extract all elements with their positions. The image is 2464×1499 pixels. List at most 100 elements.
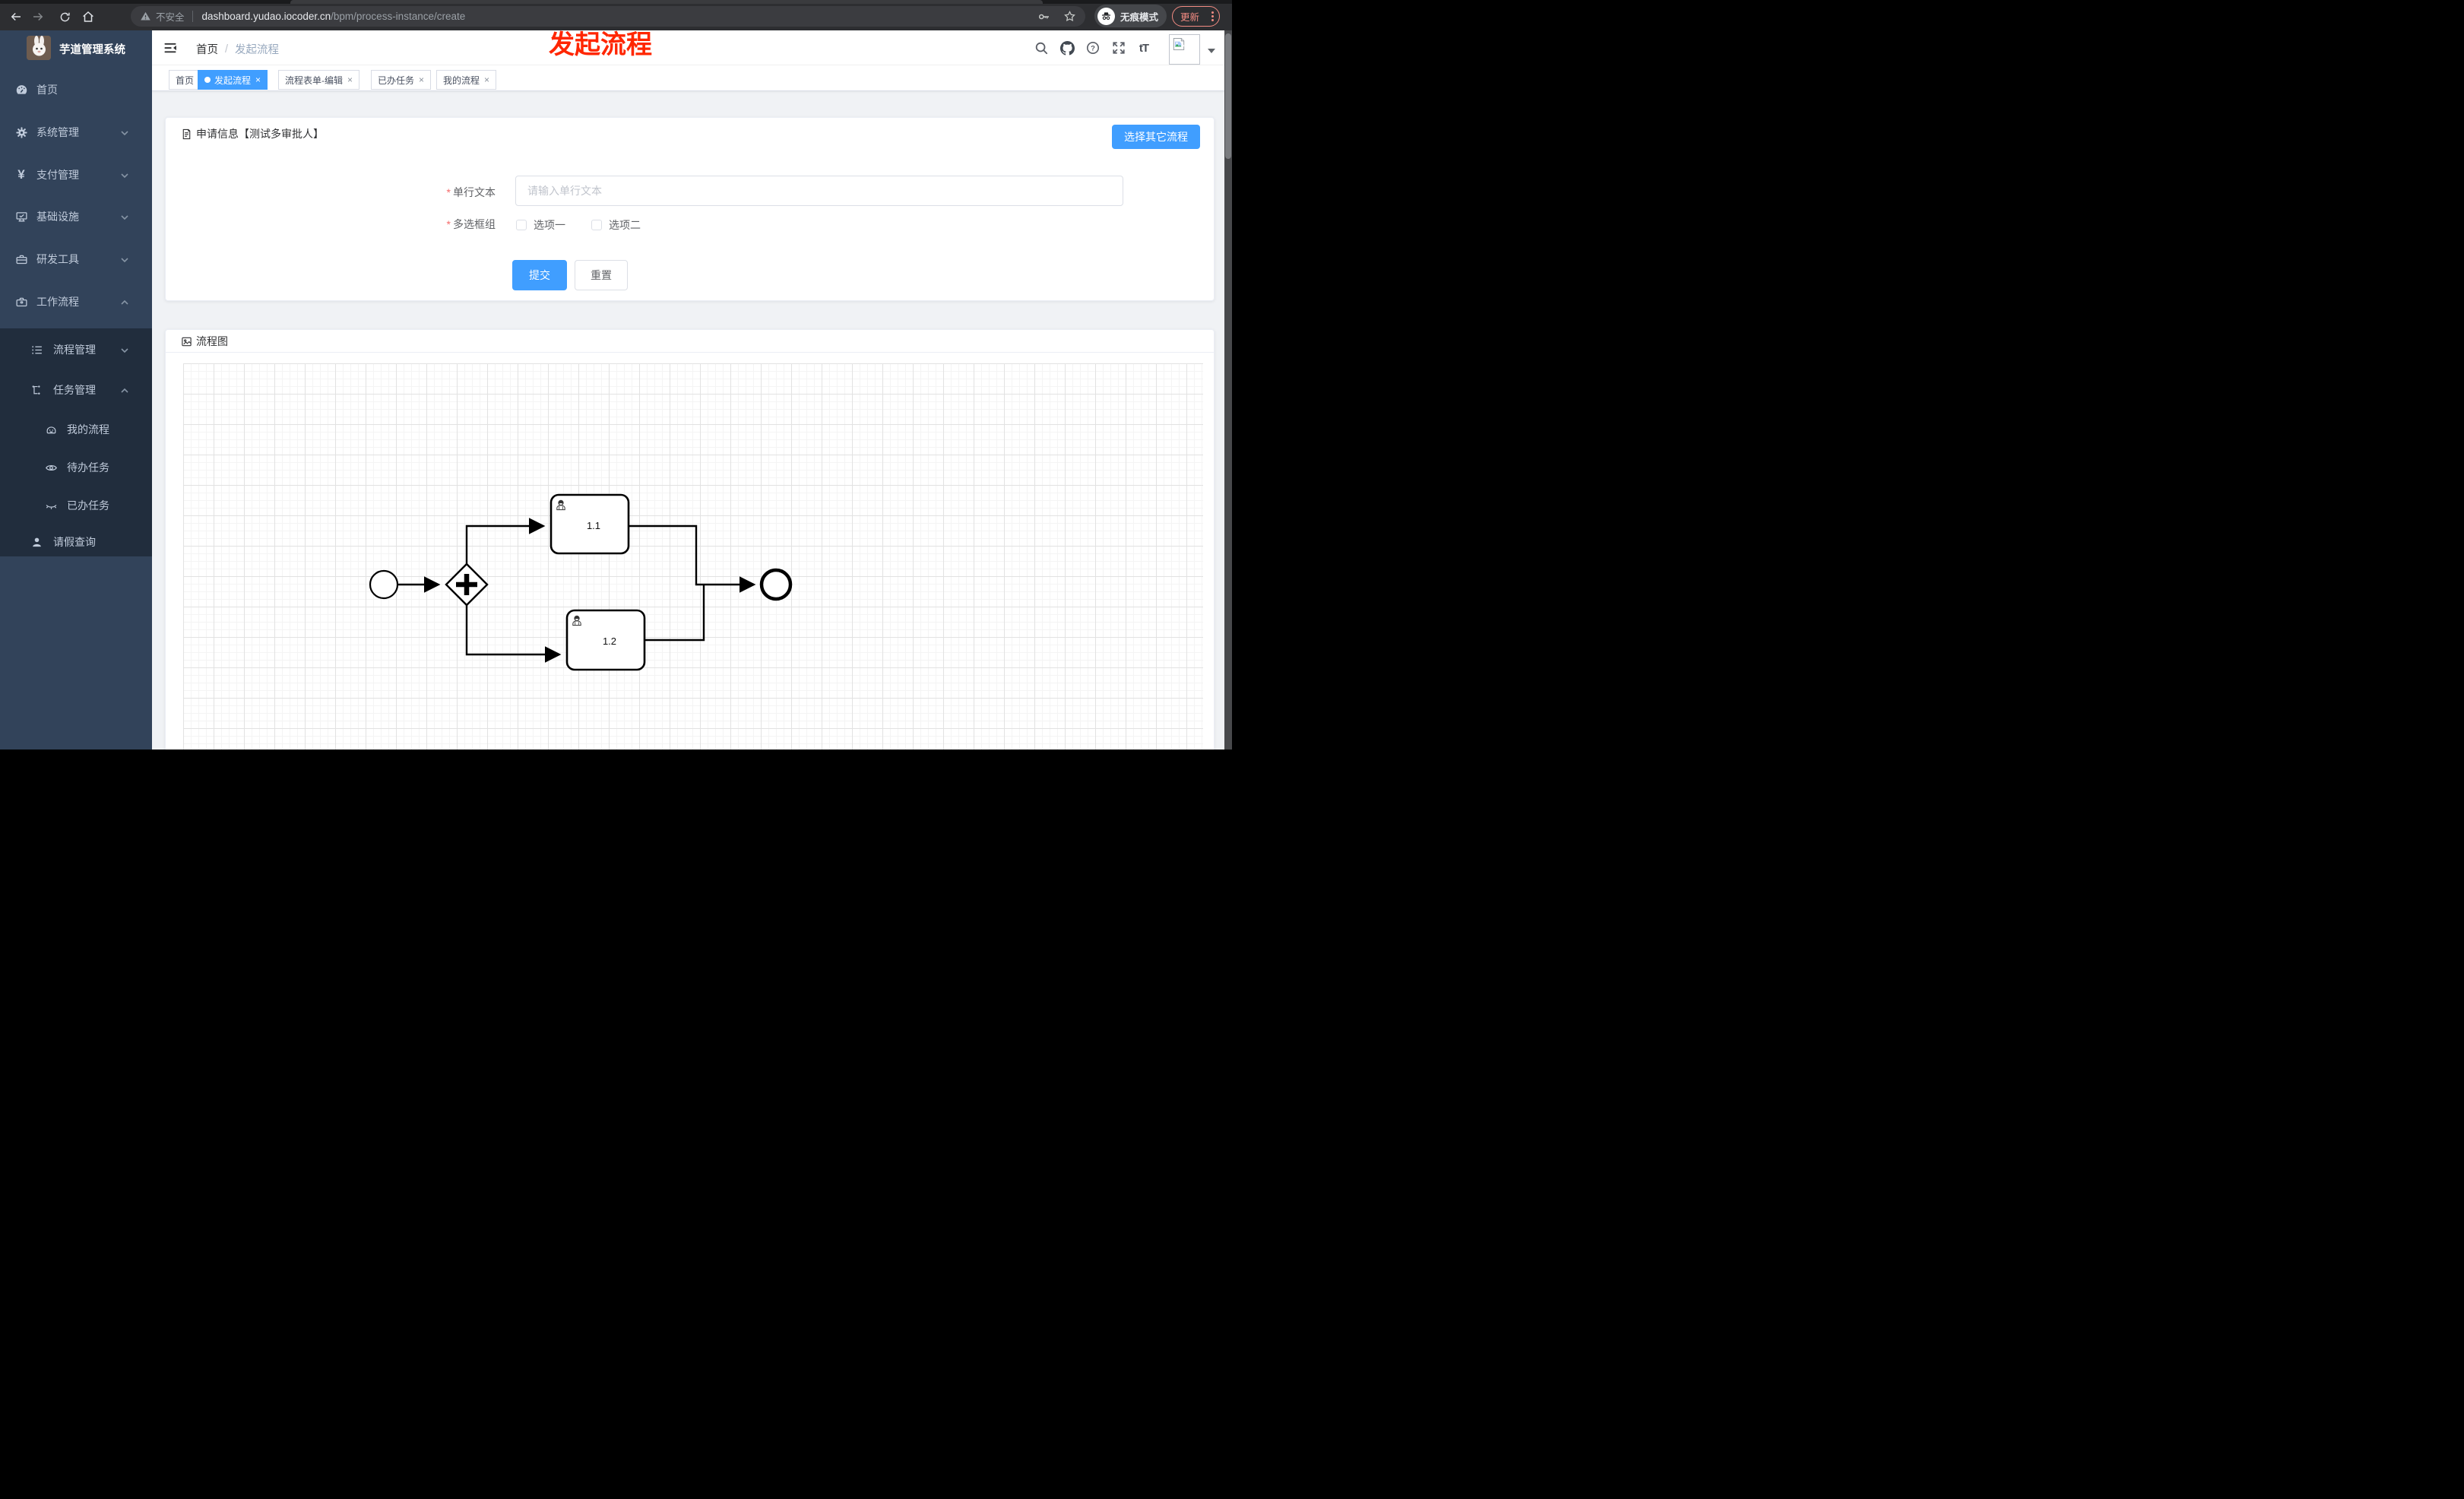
browser-home-button[interactable]: [78, 7, 98, 27]
apply-info-title: 申请信息【测试多审批人】: [181, 126, 324, 141]
breadcrumb-home[interactable]: 首页: [196, 41, 218, 57]
sidebar-item-home[interactable]: 首页: [0, 71, 152, 109]
fullscreen-icon: [1113, 42, 1125, 54]
tag-dot: [204, 77, 211, 83]
my-process-icon: [43, 423, 59, 436]
red-annotation-text: 发起流程: [549, 30, 652, 59]
sidebar-item-my-process[interactable]: 我的流程: [0, 410, 152, 448]
eye-off-icon: [43, 499, 59, 512]
required-mark: *: [446, 218, 451, 230]
sidebar-item-label: 工作流程: [36, 296, 79, 308]
github-icon: [1059, 40, 1075, 55]
browser-forward-button[interactable]: [28, 7, 48, 27]
tag-close-icon[interactable]: ×: [484, 74, 489, 85]
browser-reload-button[interactable]: [55, 7, 74, 27]
browser-menu-icon[interactable]: [1211, 11, 1214, 21]
bookmark-star-icon[interactable]: [1063, 10, 1076, 23]
start-event[interactable]: [369, 569, 399, 600]
sidebar-item-workflow[interactable]: 工作流程: [0, 283, 152, 321]
tag-close-icon[interactable]: ×: [347, 74, 353, 85]
flow-gateway-to-task1: [465, 518, 546, 564]
main-content: 申请信息【测试多审批人】 选择其它流程 *单行文本 *多选框组 选项一 选项二 …: [152, 91, 1224, 750]
sidebar-item-label: 首页: [36, 84, 58, 96]
page-scrollbar[interactable]: [1224, 30, 1232, 750]
tag-home[interactable]: 首页: [169, 70, 201, 90]
checkbox-label-1[interactable]: 选项一: [534, 217, 565, 233]
tag-label: 发起流程: [214, 74, 252, 86]
monitor-icon: [14, 211, 29, 223]
task-tree-icon: [29, 384, 44, 397]
picture-icon: [182, 337, 192, 346]
sidebar-item-label: 待办任务: [67, 461, 109, 474]
reload-icon: [60, 12, 70, 21]
tag-close-icon[interactable]: ×: [255, 74, 261, 85]
sidebar-item-label: 请假查询: [53, 536, 96, 548]
tag-label: 我的流程: [443, 74, 480, 86]
chevron-up-icon: [120, 385, 129, 398]
incognito-label: 无痕模式: [1120, 11, 1159, 23]
forward-arrow-icon: [33, 12, 43, 21]
sidebar-item-label: 流程管理: [53, 344, 96, 356]
tags-view-bar: 首页 发起流程 × 流程表单-编辑 × 已办任务 × 我的流程 ×: [152, 65, 1224, 91]
sidebar-item-leave-query[interactable]: 请假查询: [0, 523, 152, 561]
svg-text:?: ?: [1091, 44, 1095, 52]
tag-my-process[interactable]: 我的流程 ×: [436, 70, 497, 90]
tag-close-icon[interactable]: ×: [419, 74, 424, 85]
sidebar-item-infrastructure[interactable]: 基础设施: [0, 198, 152, 236]
end-event[interactable]: [759, 568, 793, 601]
sidebar-item-label: 支付管理: [36, 169, 79, 181]
active-browser-tab[interactable]: [290, 0, 1043, 4]
header-fullscreen-button[interactable]: [1109, 39, 1129, 57]
dashboard-icon: [14, 84, 29, 97]
incognito-icon: [1097, 7, 1115, 25]
sidebar-item-todo-tasks[interactable]: 待办任务: [0, 448, 152, 486]
browser-back-button[interactable]: [6, 7, 26, 27]
field-label-checkbox-group: * 多选框组: [446, 218, 496, 230]
briefcase-icon: [14, 296, 29, 309]
checkbox-label-2[interactable]: 选项二: [609, 217, 641, 233]
tag-start-process[interactable]: 发起流程 ×: [198, 70, 268, 90]
sidebar-item-task-management[interactable]: 任务管理: [0, 371, 152, 409]
checkbox-option-1[interactable]: [516, 220, 527, 230]
sidebar-item-system-management[interactable]: 系统管理: [0, 113, 152, 151]
chevron-down-icon: [120, 345, 129, 357]
avatar[interactable]: [1169, 34, 1200, 65]
process-diagram-card: 流程图 1.1 1.2: [165, 329, 1215, 750]
scrollbar-thumb[interactable]: [1225, 33, 1231, 159]
header-search-button[interactable]: [1031, 39, 1051, 57]
header-font-size-button[interactable]: tT: [1134, 39, 1154, 57]
sidebar-collapse-button[interactable]: [163, 40, 178, 55]
avatar-caret-icon[interactable]: [1208, 49, 1215, 53]
sidebar-item-dev-tools[interactable]: 研发工具: [0, 240, 152, 278]
required-mark: *: [446, 186, 451, 198]
sidebar-item-done-tasks[interactable]: 已办任务: [0, 486, 152, 524]
sidebar-item-payment-management[interactable]: ¥ 支付管理: [0, 156, 152, 194]
breadcrumb-separator: /: [225, 43, 229, 55]
font-size-icon: tT: [1139, 41, 1149, 55]
tag-process-form-edit[interactable]: 流程表单-编辑 ×: [278, 70, 360, 90]
reset-button[interactable]: 重置: [575, 260, 628, 290]
sidebar-item-process-management[interactable]: 流程管理: [0, 331, 152, 369]
password-key-icon[interactable]: [1037, 10, 1051, 24]
document-icon: [182, 128, 191, 139]
single-text-input[interactable]: [515, 176, 1123, 206]
sidebar-item-label: 我的流程: [67, 423, 109, 436]
browser-update-button[interactable]: 更新: [1172, 6, 1220, 27]
tag-done-tasks[interactable]: 已办任务 ×: [371, 70, 432, 90]
checkbox-option-2[interactable]: [591, 220, 602, 230]
yen-icon: ¥: [17, 167, 25, 182]
task-1-1-label: 1.1: [587, 520, 600, 531]
submit-button[interactable]: 提交: [512, 260, 567, 290]
bpmn-canvas[interactable]: 1.1 1.2: [183, 363, 1203, 750]
tag-label: 已办任务: [378, 74, 415, 86]
security-label[interactable]: 不安全: [156, 9, 185, 24]
choose-other-process-button[interactable]: 选择其它流程: [1112, 125, 1200, 149]
incognito-badge: 无痕模式: [1094, 5, 1167, 27]
checkbox-group: 选项一 选项二: [516, 217, 667, 233]
broken-image-icon: [1173, 38, 1185, 50]
chevron-down-icon: [120, 170, 129, 182]
header-help-button[interactable]: ?: [1083, 39, 1103, 57]
header-github-button[interactable]: [1057, 39, 1077, 57]
url-path: /bpm/process-instance/create: [331, 11, 466, 22]
url-host: dashboard.yudao.iocoder.cn: [201, 11, 331, 22]
